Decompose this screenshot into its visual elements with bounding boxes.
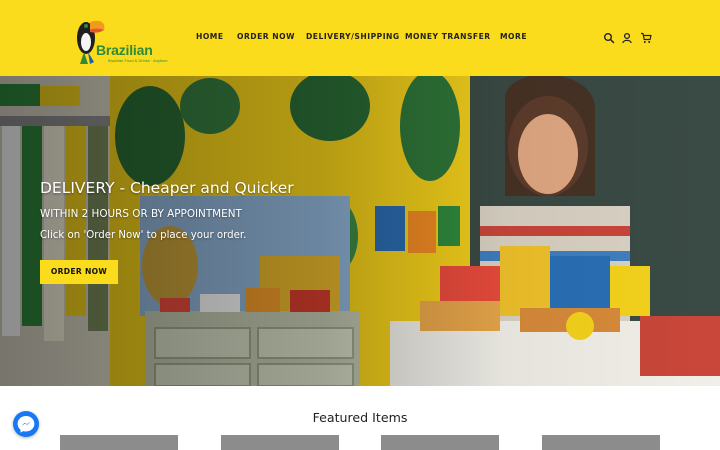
featured-item-card[interactable] bbox=[221, 435, 339, 450]
nav-order-now[interactable]: ORDER NOW bbox=[237, 32, 295, 41]
logo-tagline: Brazilian Food & Drinks · Anytime bbox=[108, 58, 168, 63]
hero-body-text: Click on 'Order Now' to place your order… bbox=[40, 230, 247, 241]
hero-subtitle: WITHIN 2 HOURS OR BY APPOINTMENT bbox=[40, 208, 242, 220]
nav-delivery-shipping[interactable]: DELIVERY/SHIPPING bbox=[306, 32, 400, 41]
site-header: Brazilian Brazilian Food & Drinks · Anyt… bbox=[0, 0, 720, 76]
messenger-icon bbox=[17, 416, 35, 433]
featured-item-card[interactable] bbox=[542, 435, 660, 450]
logo-wordmark: Brazilian bbox=[96, 42, 153, 58]
featured-item-card[interactable] bbox=[381, 435, 499, 450]
featured-item-card[interactable] bbox=[60, 435, 178, 450]
account-icon[interactable] bbox=[621, 31, 633, 44]
featured-items-heading: Featured Items bbox=[312, 410, 408, 425]
nav-more[interactable]: MORE bbox=[500, 32, 527, 41]
hero-banner: DELIVERY - Cheaper and Quicker WITHIN 2 … bbox=[0, 76, 720, 386]
messenger-chat-button[interactable] bbox=[13, 411, 39, 437]
nav-money-transfer[interactable]: MONEY TRANSFER bbox=[405, 32, 491, 41]
hero-title: DELIVERY - Cheaper and Quicker bbox=[40, 179, 294, 197]
search-icon[interactable] bbox=[603, 31, 615, 44]
cart-icon[interactable] bbox=[640, 31, 652, 43]
nav-home[interactable]: HOME bbox=[196, 32, 224, 41]
order-now-button[interactable]: ORDER NOW bbox=[40, 260, 118, 284]
